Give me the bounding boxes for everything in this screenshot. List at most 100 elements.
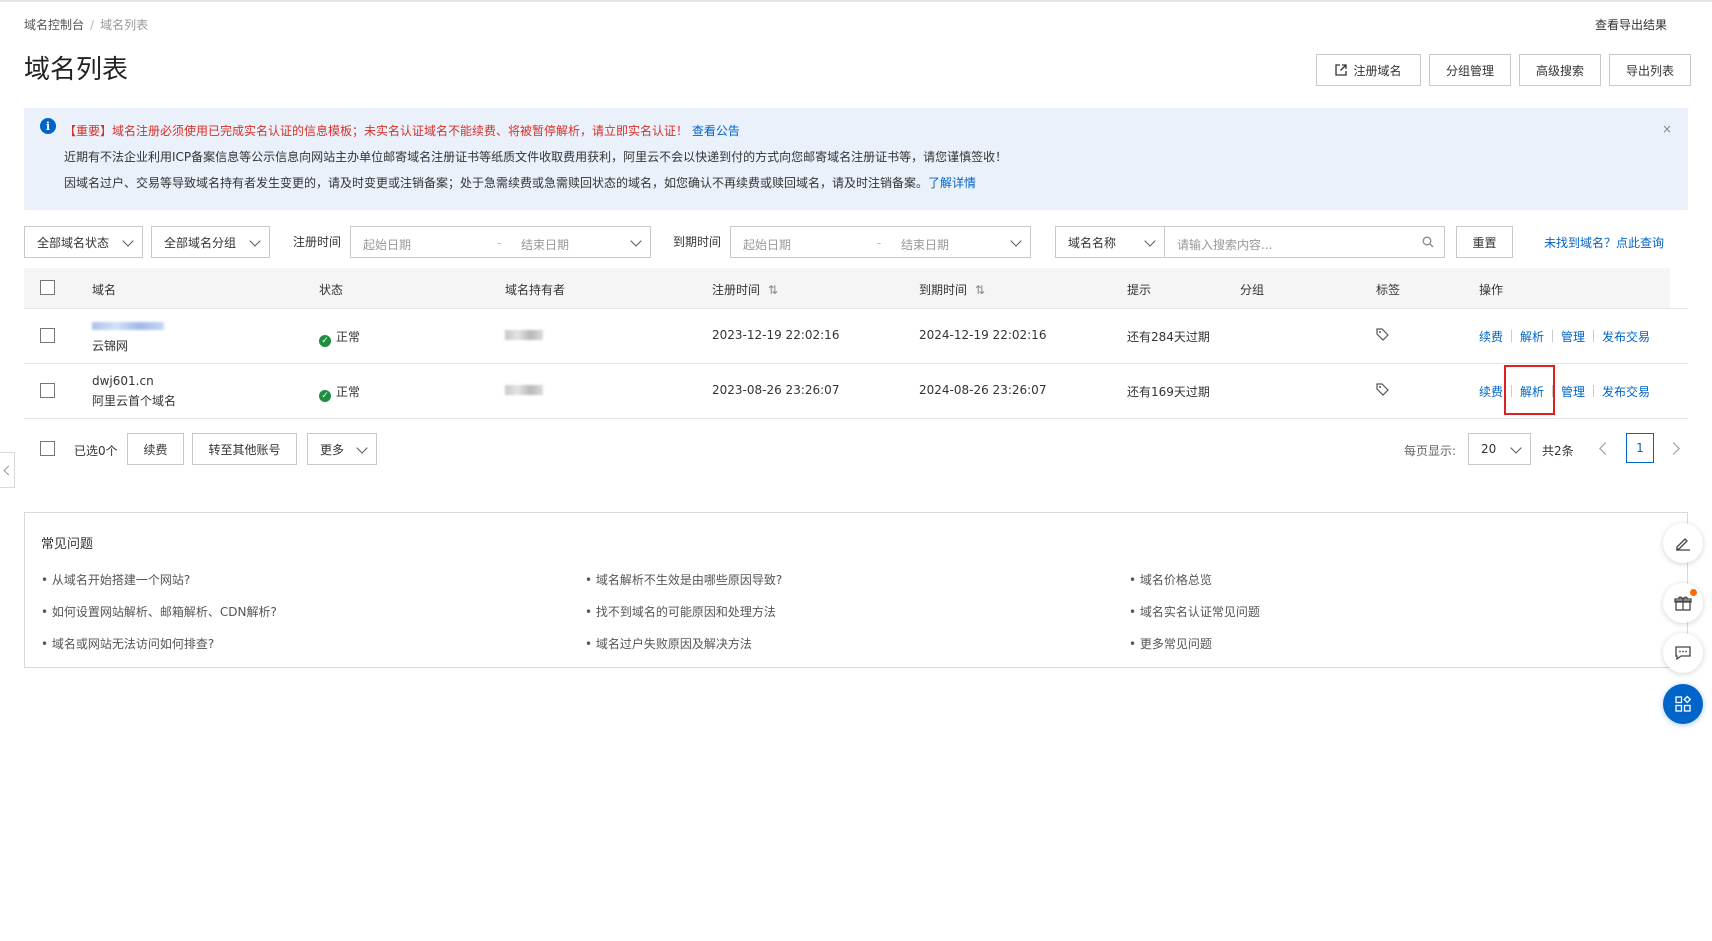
batch-select-checkbox[interactable] — [40, 441, 55, 456]
renew-link[interactable]: 续费 — [1479, 330, 1503, 344]
faq-item[interactable]: • 域名解析不生效是由哪些原因导致? — [585, 571, 782, 588]
th-exp-time[interactable]: 到期时间 ⇅ — [919, 281, 985, 298]
status-filter-select[interactable]: 全部域名状态 — [24, 226, 143, 258]
transfer-account-button[interactable]: 转至其他账号 — [192, 433, 297, 465]
domain-link-redacted[interactable] — [92, 322, 164, 330]
op-divider — [1552, 330, 1554, 342]
highlight-box — [1504, 365, 1555, 415]
faq-title: 常见问题 — [41, 537, 94, 552]
tag-icon[interactable] — [1376, 328, 1389, 344]
publish-trade-link[interactable]: 发布交易 — [1602, 385, 1650, 399]
apps-icon[interactable] — [1663, 684, 1703, 724]
external-link-icon — [1335, 64, 1348, 76]
faq-item[interactable]: • 域名或网站无法访问如何排查? — [41, 635, 214, 652]
domain-subtitle: 阿里云首个域名 — [92, 394, 177, 408]
advanced-search-button[interactable]: 高级搜索 — [1519, 54, 1601, 86]
manage-link[interactable]: 管理 — [1561, 385, 1585, 399]
faq-item[interactable]: • 如何设置网站解析、邮箱解析、CDN解析? — [41, 603, 277, 620]
domain-link[interactable]: dwj601.cn — [92, 374, 154, 388]
check-circle-icon: ✓ — [319, 335, 331, 347]
chevron-down-icon — [1144, 235, 1156, 247]
breadcrumb-root[interactable]: 域名控制台 — [24, 18, 84, 32]
publish-trade-link[interactable]: 发布交易 — [1602, 330, 1650, 344]
faq-item[interactable]: • 域名过户失败原因及解决方法 — [585, 635, 752, 652]
chevron-down-icon — [249, 235, 261, 247]
sort-icon: ⇅ — [767, 283, 778, 297]
faq-item[interactable]: • 更多常见问题 — [1129, 635, 1212, 652]
reg-start-date-placeholder: 起始日期 — [363, 238, 412, 252]
notice-line-1: 【重要】域名注册必须使用已完成实名认证的信息模板；未实名认证域名不能续费、将被暂… — [64, 122, 740, 139]
group-filter-select[interactable]: 全部域名分组 — [151, 226, 270, 258]
reg-time-cell: 2023-08-26 23:26:07 — [712, 383, 840, 397]
page-title: 域名列表 — [24, 55, 129, 85]
th-reg-time[interactable]: 注册时间 ⇅ — [712, 281, 778, 298]
search-input[interactable]: 请输入搜索内容... — [1164, 226, 1445, 258]
faq-item[interactable]: • 从域名开始搭建一个网站? — [41, 571, 190, 588]
selected-count: 已选0个 — [74, 444, 118, 458]
export-result-link[interactable]: 查看导出结果 — [1595, 16, 1667, 33]
group-manage-button[interactable]: 分组管理 — [1429, 54, 1511, 86]
search-icon — [1422, 236, 1434, 248]
sort-icon: ⇅ — [974, 283, 985, 297]
resolve-link[interactable]: 解析 — [1520, 330, 1544, 344]
manage-link[interactable]: 管理 — [1561, 330, 1585, 344]
row-checkbox[interactable] — [40, 328, 55, 343]
op-divider — [1511, 330, 1513, 342]
status-text: 正常 — [336, 385, 361, 399]
total-count: 共2条 — [1542, 444, 1574, 458]
tip-cell: 还有169天过期 — [1127, 385, 1210, 399]
reg-time-range-picker[interactable]: 起始日期 - 结束日期 — [350, 226, 651, 258]
more-dropdown[interactable]: 更多 — [307, 433, 377, 465]
chevron-down-icon — [1010, 235, 1022, 247]
faq-item[interactable]: • 域名实名认证常见问题 — [1129, 603, 1260, 620]
renew-link[interactable]: 续费 — [1479, 385, 1503, 399]
chevron-left-icon — [3, 465, 14, 476]
faq-item[interactable]: • 找不到域名的可能原因和处理方法 — [585, 603, 776, 620]
chat-icon[interactable] — [1663, 633, 1703, 673]
range-separator: - — [497, 236, 502, 250]
notice-banner: i 【重要】域名注册必须使用已完成实名认证的信息模板；未实名认证域名不能续费、将… — [24, 108, 1688, 210]
faq-item[interactable]: • 域名价格总览 — [1129, 571, 1212, 588]
more-label: 更多 — [320, 442, 345, 457]
check-circle-icon: ✓ — [319, 390, 331, 402]
status-cell: ✓ 正常 — [319, 328, 360, 347]
chevron-down-icon — [356, 442, 368, 454]
sidebar-toggle[interactable] — [0, 452, 15, 488]
exp-time-cell: 2024-08-26 23:26:07 — [919, 383, 1047, 397]
reset-button[interactable]: 重置 — [1456, 226, 1513, 258]
edit-icon[interactable] — [1663, 523, 1703, 563]
chevron-down-icon — [122, 235, 134, 247]
exp-time-range-picker[interactable]: 起始日期 - 结束日期 — [730, 226, 1031, 258]
export-list-button[interactable]: 导出列表 — [1609, 54, 1691, 86]
batch-renew-button[interactable]: 续费 — [127, 433, 184, 465]
op-divider — [1593, 330, 1595, 342]
search-field-select[interactable]: 域名名称 — [1055, 226, 1165, 258]
notice-line-3: 因域名过户、交易等导致域名持有者发生变更的，请及时变更或注销备案；处于急需续费或… — [64, 174, 976, 191]
not-found-query-link[interactable]: 未找到域名？点此查询 — [1544, 234, 1664, 251]
notice-important-text: 【重要】域名注册必须使用已完成实名认证的信息模板；未实名认证域名不能续费、将被暂… — [64, 124, 689, 138]
notice-line-3-text: 因域名过户、交易等导致域名持有者发生变更的，请及时变更或注销备案；处于急需续费或… — [64, 176, 929, 190]
top-border — [0, 0, 1712, 2]
chevron-down-icon — [1510, 442, 1522, 454]
select-all-checkbox[interactable] — [40, 280, 55, 295]
tag-icon[interactable] — [1376, 383, 1389, 399]
learn-more-link[interactable]: 了解详情 — [928, 176, 976, 190]
per-page-value: 20 — [1481, 442, 1497, 456]
exp-start-date-placeholder: 起始日期 — [743, 238, 792, 252]
th-exp-time-label: 到期时间 — [919, 283, 968, 297]
close-icon[interactable]: × — [1662, 122, 1672, 136]
breadcrumb-current: 域名列表 — [100, 18, 149, 32]
row-checkbox[interactable] — [40, 383, 55, 398]
next-page-icon[interactable] — [1667, 442, 1680, 455]
page-1-button[interactable]: 1 — [1626, 433, 1654, 463]
prev-page-icon[interactable] — [1599, 442, 1612, 455]
register-domain-button[interactable]: 注册域名 — [1316, 54, 1421, 86]
gift-icon[interactable] — [1663, 583, 1703, 623]
per-page-select[interactable]: 20 — [1468, 433, 1531, 465]
domain-subtitle: 云锦网 — [92, 339, 129, 353]
holder-redacted — [505, 385, 543, 395]
divider — [24, 363, 1688, 364]
status-cell: ✓ 正常 — [319, 383, 360, 402]
view-announcement-link[interactable]: 查看公告 — [692, 124, 740, 138]
divider — [24, 418, 1688, 419]
